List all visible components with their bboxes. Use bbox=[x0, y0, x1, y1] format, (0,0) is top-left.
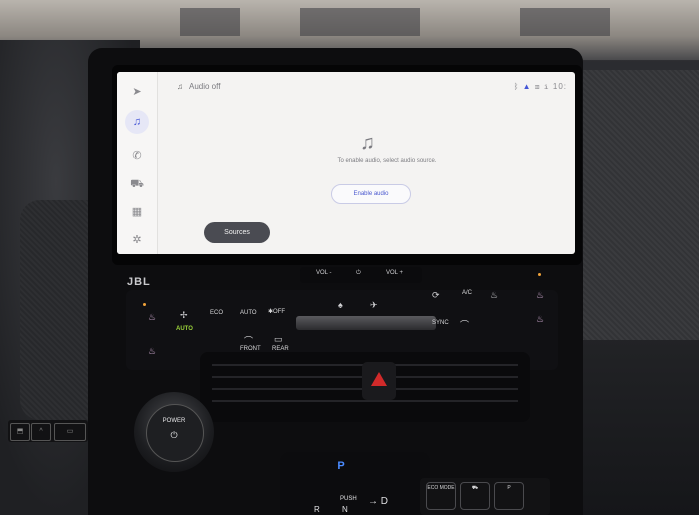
left-switch-strip: ⬒ ^ ▭ bbox=[8, 420, 88, 442]
audio-title: Audio off bbox=[189, 82, 221, 91]
view-button[interactable]: ⛟ bbox=[460, 482, 490, 510]
fan-icon[interactable]: ✢ bbox=[180, 310, 188, 321]
rear-defrost-icon[interactable]: ▭ bbox=[274, 334, 283, 345]
clock: 10: bbox=[552, 82, 567, 91]
seat-heat-icon[interactable]: ♨ bbox=[536, 290, 544, 301]
ac-button[interactable]: A/C bbox=[462, 290, 472, 296]
vent-slat bbox=[212, 400, 518, 402]
settings-icon[interactable]: ✲ bbox=[129, 232, 145, 248]
navigation-icon[interactable]: ➤ bbox=[129, 84, 145, 100]
switch[interactable]: ^ bbox=[31, 423, 51, 441]
eco-button[interactable]: ECO bbox=[210, 310, 223, 316]
volume-down-button[interactable]: VOL - bbox=[316, 270, 331, 276]
jbl-logo: JBL bbox=[127, 276, 151, 288]
shelf bbox=[520, 8, 610, 36]
side-rail: ➤ ♫ ✆ ⛟ ▦ ✲ bbox=[117, 72, 158, 254]
seat-heat-icon[interactable]: ♨ bbox=[148, 346, 156, 357]
drive-label: → D bbox=[368, 496, 388, 507]
shifter-console bbox=[280, 452, 430, 515]
hazard-icon bbox=[371, 372, 387, 386]
shelf bbox=[180, 8, 240, 36]
auto-indicator: AUTO bbox=[176, 326, 193, 332]
park-indicator[interactable]: P bbox=[335, 460, 347, 472]
ai-icon: ▲ bbox=[522, 82, 532, 91]
defog-icon[interactable]: ⌒ bbox=[460, 318, 469, 331]
eco-mode-button[interactable]: ECO MODE bbox=[426, 482, 456, 510]
sync-button[interactable]: SYNC bbox=[432, 320, 449, 326]
music-icon[interactable]: ♫ bbox=[125, 110, 149, 134]
temperature-rocker[interactable] bbox=[296, 316, 436, 330]
signal-icon: ▥ bbox=[534, 82, 541, 91]
seat-heat-icon[interactable]: ♨ bbox=[536, 314, 544, 325]
car-icon[interactable]: ⛟ bbox=[129, 176, 145, 192]
volume-controls: VOL - ⏻ VOL + bbox=[300, 267, 422, 283]
auto-button[interactable]: AUTO bbox=[240, 310, 257, 316]
seat-icon[interactable]: ♠ bbox=[338, 300, 343, 310]
audio-header: ♫ Audio off bbox=[177, 82, 220, 91]
indicator-light bbox=[538, 273, 541, 276]
airflow-icon[interactable]: ✈ bbox=[370, 300, 378, 311]
recirculation-icon[interactable]: ⟳ bbox=[432, 290, 440, 301]
drive-mode-buttons: ECO MODE ⛟ P bbox=[420, 478, 550, 515]
parking-button[interactable]: P bbox=[494, 482, 524, 510]
audio-hint: To enable audio, select audio source. bbox=[337, 158, 437, 164]
phone-icon[interactable]: ✆ bbox=[129, 148, 145, 164]
car-dashboard-photo: ⬒ ^ ▭ ➤ ♫ ✆ ⛟ ▦ ✲ ♫ Audio off ᛒ ▲ ▥ ℹ 10:… bbox=[0, 0, 699, 515]
bluetooth-icon: ᛒ bbox=[513, 82, 520, 91]
music-note-icon: ♫ bbox=[177, 82, 183, 91]
power-icon[interactable]: ⏻ bbox=[356, 270, 361, 277]
push-label: PUSH bbox=[340, 496, 357, 502]
power-label: POWER bbox=[162, 418, 186, 424]
apps-icon[interactable]: ▦ bbox=[129, 204, 145, 220]
volume-up-button[interactable]: VOL + bbox=[386, 270, 403, 276]
switch[interactable]: ⬒ bbox=[10, 423, 30, 441]
reverse-label: R bbox=[314, 505, 320, 514]
info-icon: ℹ bbox=[543, 82, 550, 91]
enable-audio-button[interactable]: Enable audio bbox=[331, 184, 411, 204]
hazard-button[interactable] bbox=[362, 362, 396, 400]
shelf bbox=[300, 8, 420, 36]
infotainment-screen: ➤ ♫ ✆ ⛟ ▦ ✲ ♫ Audio off ᛒ ▲ ▥ ℹ 10: ♫ To … bbox=[117, 72, 575, 254]
off-button[interactable]: ✱OFF bbox=[268, 308, 285, 315]
indicator-light bbox=[143, 303, 146, 306]
seat-heat-icon[interactable]: ♨ bbox=[148, 312, 156, 323]
power-icon: ⏻ bbox=[170, 430, 178, 440]
status-bar: ᛒ ▲ ▥ ℹ 10: bbox=[514, 82, 567, 91]
steering-heat-icon[interactable]: ♨ bbox=[490, 290, 498, 301]
music-note-icon: ♫ bbox=[360, 132, 375, 154]
switch[interactable]: ▭ bbox=[54, 423, 86, 441]
sources-button[interactable]: Sources bbox=[204, 222, 270, 243]
neutral-label: N bbox=[342, 505, 348, 514]
